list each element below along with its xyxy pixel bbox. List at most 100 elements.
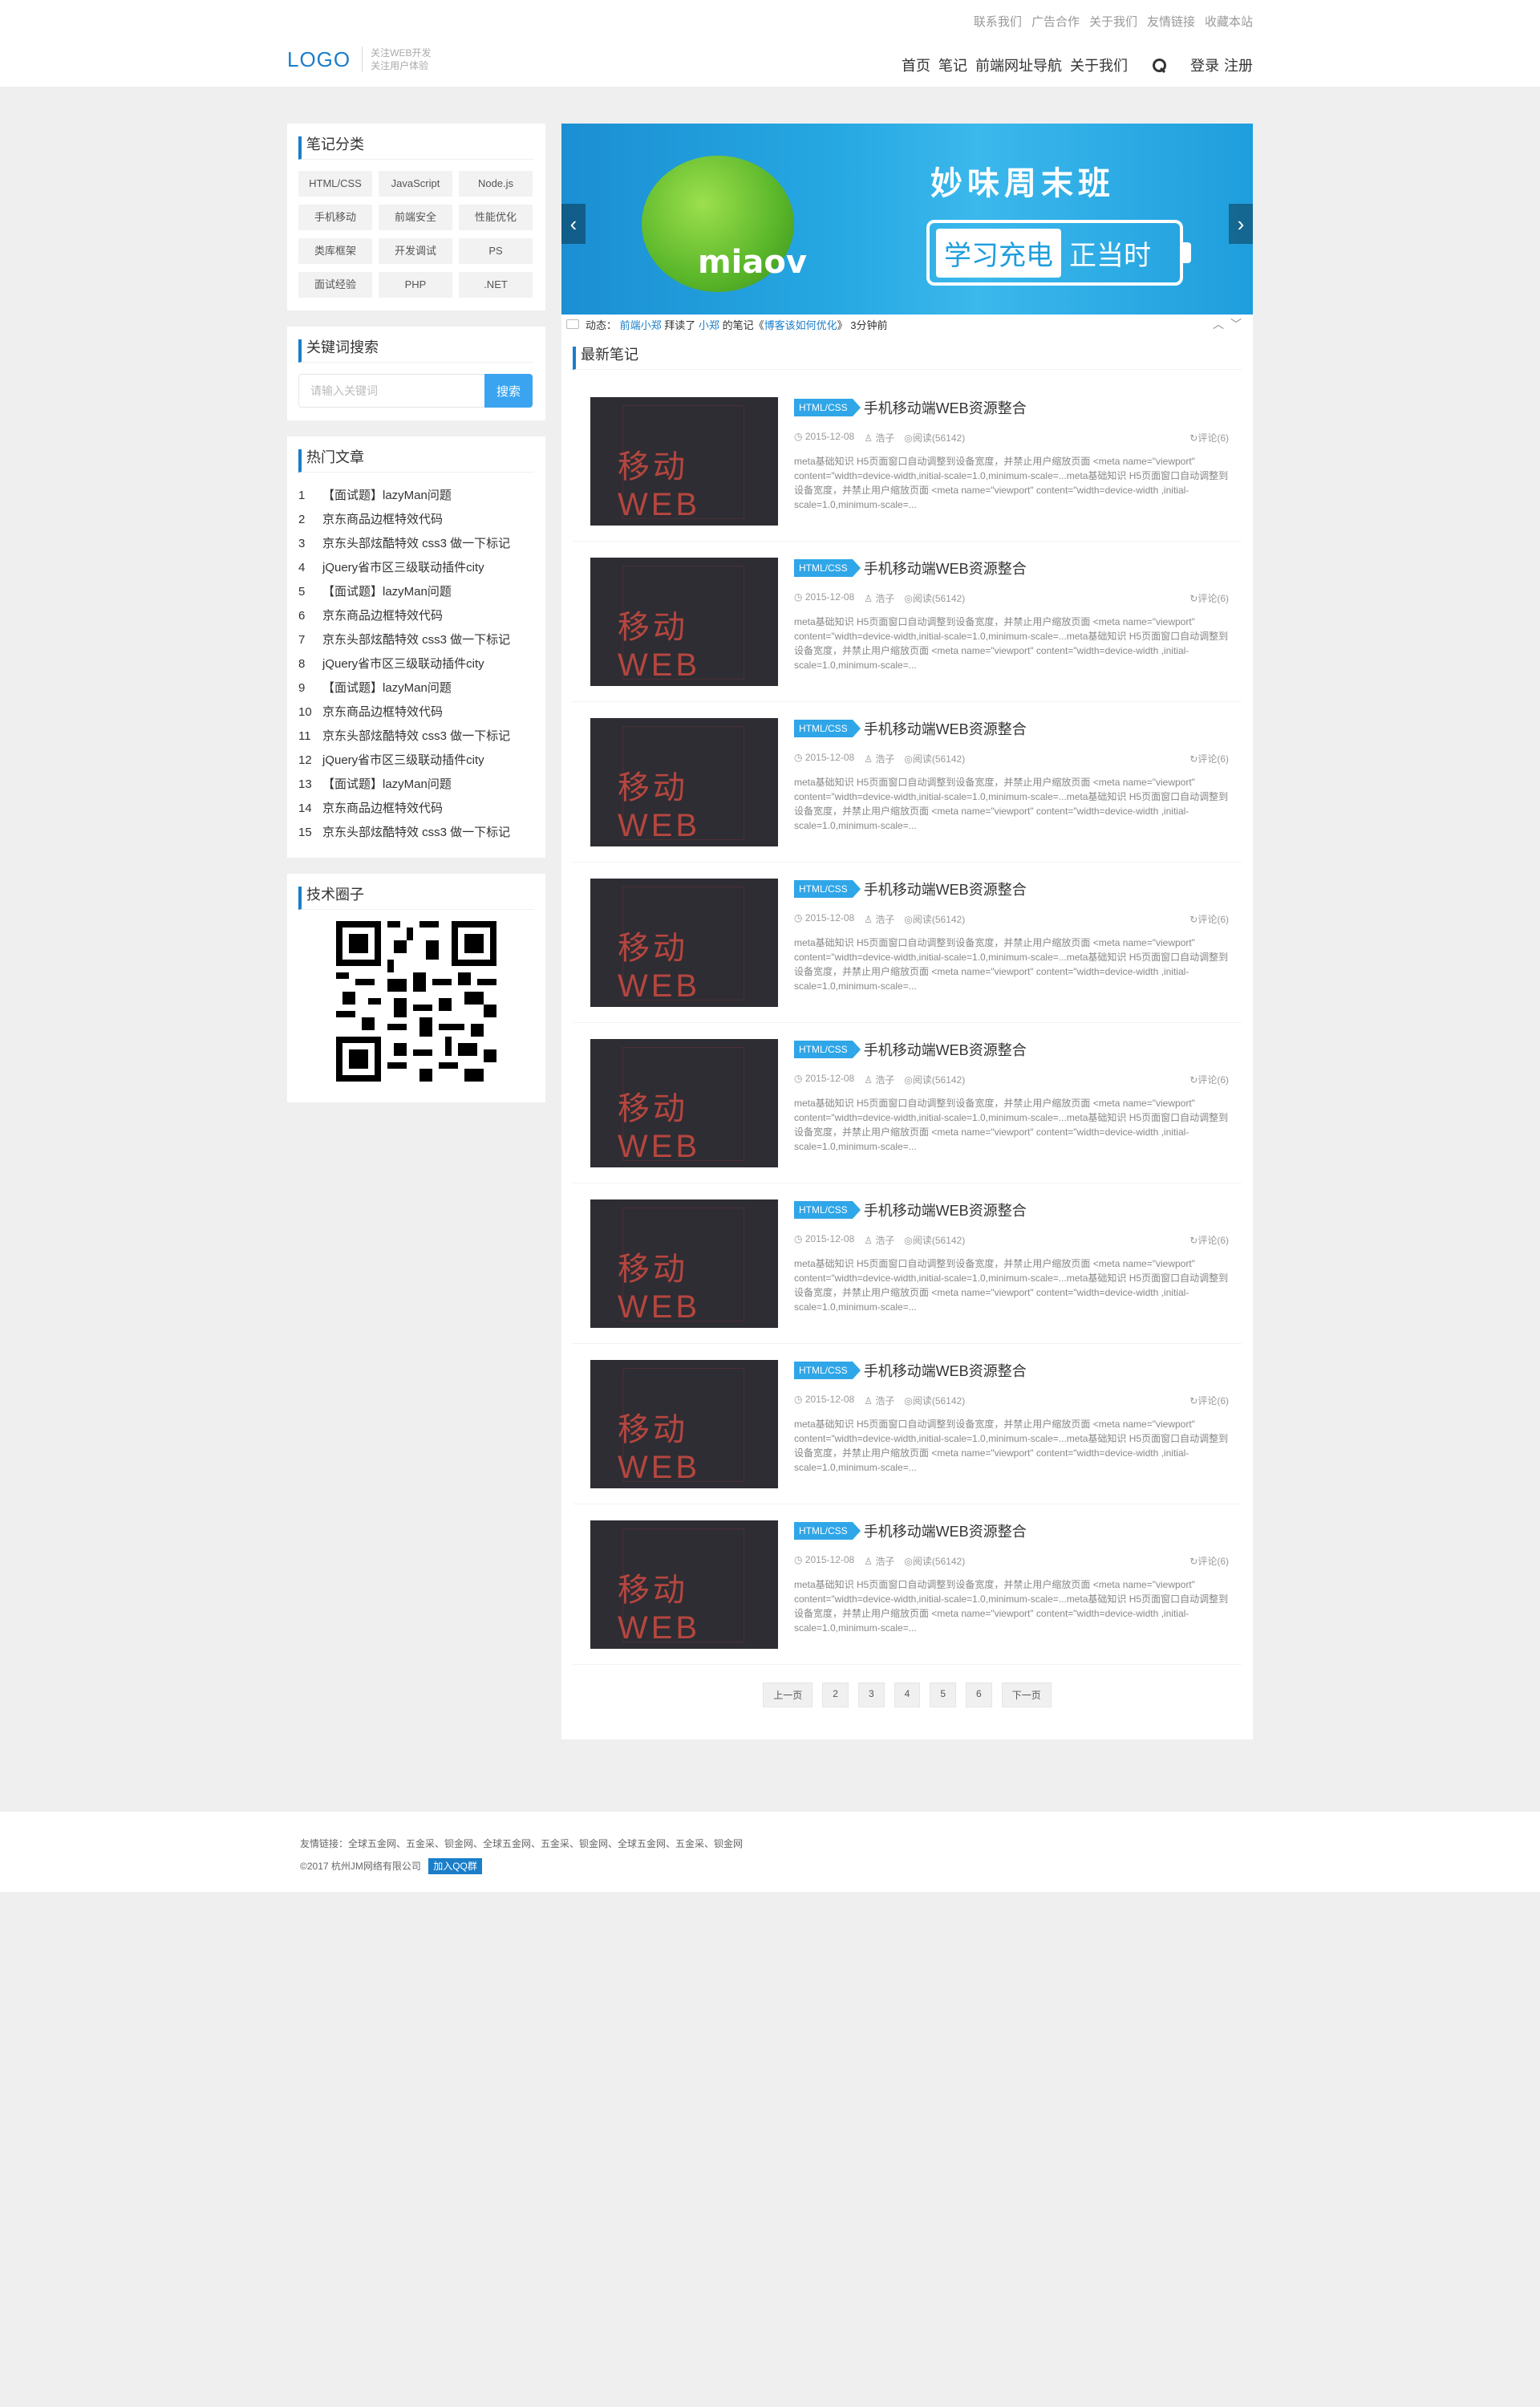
note-category-tag[interactable]: HTML/CSS [794, 1201, 861, 1219]
category-tag[interactable]: 面试经验 [298, 272, 372, 298]
note-title[interactable]: 手机移动端WEB资源整合 [864, 1520, 1027, 1541]
category-tag[interactable]: Node.js [459, 171, 533, 197]
ticker-user-link[interactable]: 前端小郑 [620, 317, 662, 332]
top-link-bookmark[interactable]: 收藏本站 [1205, 13, 1253, 30]
hot-article-item[interactable]: 3 京东头部炫酷特效 css3 做一下标记 [298, 532, 534, 556]
top-link-about[interactable]: 关于我们 [1089, 13, 1137, 30]
note-category-tag[interactable]: HTML/CSS [794, 399, 861, 416]
hot-article-item[interactable]: 11 京东头部炫酷特效 css3 做一下标记 [298, 725, 534, 749]
hot-article-item[interactable]: 2 京东商品边框特效代码 [298, 508, 534, 532]
note-head: HTML/CSS 手机移动端WEB资源整合 [794, 397, 1229, 418]
note-title[interactable]: 手机移动端WEB资源整合 [864, 1360, 1027, 1381]
join-qq-button[interactable]: 加入QQ群 [428, 1858, 482, 1874]
comment-icon: ↻ [1189, 432, 1198, 444]
page-button[interactable]: 2 [822, 1682, 849, 1707]
note-title[interactable]: 手机移动端WEB资源整合 [864, 1039, 1027, 1060]
prev-page-button[interactable]: 上一页 [763, 1682, 813, 1707]
hot-article-item[interactable]: 8 jQuery省市区三级联动插件city [298, 652, 534, 676]
top-link-friends[interactable]: 友情链接 [1147, 13, 1195, 30]
category-tag[interactable]: .NET [459, 272, 533, 298]
note-thumbnail[interactable]: 移动 WEB [590, 397, 778, 526]
site-header: 联系我们 广告合作 关于我们 友情链接 收藏本站 LOGO 关注WEB开发 关注… [0, 0, 1540, 87]
hot-article-rank: 2 [298, 513, 306, 526]
note-title[interactable]: 手机移动端WEB资源整合 [864, 1199, 1027, 1220]
category-tag[interactable]: PS [459, 238, 533, 264]
ticker-author-link[interactable]: 小郑 [699, 317, 719, 332]
note-thumbnail[interactable]: 移动 WEB [590, 1039, 778, 1167]
category-tag[interactable]: 性能优化 [459, 205, 533, 230]
chevron-down-icon[interactable]: ﹀ [1230, 316, 1242, 332]
note-thumbnail[interactable]: 移动 WEB [590, 558, 778, 686]
hot-article-item[interactable]: 9 【面试题】lazyMan问题 [298, 676, 534, 700]
page-button[interactable]: 6 [966, 1682, 992, 1707]
carousel-next-button[interactable]: › [1229, 204, 1253, 244]
note-comments[interactable]: ↻评论(6) [1189, 912, 1229, 926]
chevron-up-icon[interactable]: ︿ [1213, 316, 1224, 332]
note-comments[interactable]: ↻评论(6) [1189, 1233, 1229, 1247]
note-comments[interactable]: ↻评论(6) [1189, 752, 1229, 765]
logo[interactable]: LOGO 关注WEB开发 关注用户体验 [287, 47, 431, 72]
category-tag[interactable]: HTML/CSS [298, 171, 372, 197]
note-category-tag[interactable]: HTML/CSS [794, 1041, 861, 1058]
note-title[interactable]: 手机移动端WEB资源整合 [864, 397, 1027, 418]
note-title[interactable]: 手机移动端WEB资源整合 [864, 718, 1027, 739]
top-link-ads[interactable]: 广告合作 [1031, 13, 1080, 30]
hot-article-item[interactable]: 7 京东头部炫酷特效 css3 做一下标记 [298, 628, 534, 652]
search-icon[interactable] [1152, 58, 1166, 72]
copyright: ©2017 杭州JM网络有限公司 [300, 1861, 421, 1872]
hot-article-item[interactable]: 4 jQuery省市区三级联动插件city [298, 556, 534, 580]
note-comments[interactable]: ↻评论(6) [1189, 1554, 1229, 1568]
category-tag[interactable]: PHP [379, 272, 452, 298]
nav-home[interactable]: 首页 [902, 55, 930, 75]
note-category-tag[interactable]: HTML/CSS [794, 559, 861, 577]
panel-title: 笔记分类 [298, 136, 534, 160]
note-thumbnail[interactable]: 移动 WEB [590, 1360, 778, 1488]
note-category-tag[interactable]: HTML/CSS [794, 720, 861, 737]
search-input[interactable] [298, 374, 484, 408]
hot-article-title: jQuery省市区三级联动插件city [322, 657, 484, 671]
nav-frontend-links[interactable]: 前端网址导航 [975, 55, 1062, 75]
carousel-prev-button[interactable]: ‹ [561, 204, 586, 244]
note-comments[interactable]: ↻评论(6) [1189, 431, 1229, 444]
login-link[interactable]: 登录 [1190, 55, 1219, 75]
ticker-note-link[interactable]: 博客该如何优化 [764, 317, 837, 332]
note-thumbnail[interactable]: 移动 WEB [590, 1520, 778, 1649]
friend-links[interactable]: 友情链接：全球五金网、五金采、钡金网、全球五金网、五金采、钡金网、全球五金网、五… [300, 1833, 1540, 1855]
hot-article-item[interactable]: 14 京东商品边框特效代码 [298, 797, 534, 821]
note-body: HTML/CSS 手机移动端WEB资源整合 ◷ 2015-12-08 ♙ 浩子 ◎阅读(… [794, 1199, 1229, 1327]
category-tag[interactable]: 开发调试 [379, 238, 452, 264]
note-comments[interactable]: ↻评论(6) [1189, 1073, 1229, 1086]
note-title[interactable]: 手机移动端WEB资源整合 [864, 879, 1027, 899]
nav-about[interactable]: 关于我们 [1070, 55, 1128, 75]
hot-article-item[interactable]: 5 【面试题】lazyMan问题 [298, 580, 534, 604]
note-category-tag[interactable]: HTML/CSS [794, 880, 861, 898]
note-title[interactable]: 手机移动端WEB资源整合 [864, 558, 1027, 578]
nav-notes[interactable]: 笔记 [938, 55, 967, 75]
banner-carousel[interactable]: miaov 妙味周末班 学习充电 正当时 ‹ › 动态： 前端小郑 拜读了 小郑… [561, 124, 1253, 334]
top-link-contact[interactable]: 联系我们 [974, 13, 1022, 30]
category-tag[interactable]: JavaScript [379, 171, 452, 197]
note-category-tag[interactable]: HTML/CSS [794, 1362, 861, 1379]
category-tag[interactable]: 类库框架 [298, 238, 372, 264]
search-button[interactable]: 搜索 [484, 374, 533, 408]
category-tag[interactable]: 前端安全 [379, 205, 452, 230]
category-tag[interactable]: 手机移动 [298, 205, 372, 230]
hot-article-item[interactable]: 15 京东头部炫酷特效 css3 做一下标记 [298, 821, 534, 845]
note-comments[interactable]: ↻评论(6) [1189, 591, 1229, 605]
hot-article-item[interactable]: 6 京东商品边框特效代码 [298, 604, 534, 628]
hot-article-item[interactable]: 1 【面试题】lazyMan问题 [298, 484, 534, 508]
eye-icon: ◎ [904, 1235, 913, 1246]
page-button[interactable]: 3 [857, 1682, 885, 1707]
hot-article-item[interactable]: 13 【面试题】lazyMan问题 [298, 773, 534, 797]
note-comments[interactable]: ↻评论(6) [1189, 1394, 1229, 1407]
note-thumbnail[interactable]: 移动 WEB [590, 718, 778, 846]
page-button[interactable]: 5 [930, 1682, 957, 1707]
next-page-button[interactable]: 下一页 [1001, 1682, 1052, 1707]
register-link[interactable]: 注册 [1224, 55, 1253, 75]
note-thumbnail[interactable]: 移动 WEB [590, 879, 778, 1007]
note-category-tag[interactable]: HTML/CSS [794, 1522, 861, 1540]
hot-article-item[interactable]: 12 jQuery省市区三级联动插件city [298, 749, 534, 773]
hot-article-item[interactable]: 10 京东商品边框特效代码 [298, 700, 534, 725]
page-button[interactable]: 4 [894, 1682, 921, 1707]
note-thumbnail[interactable]: 移动 WEB [590, 1199, 778, 1328]
